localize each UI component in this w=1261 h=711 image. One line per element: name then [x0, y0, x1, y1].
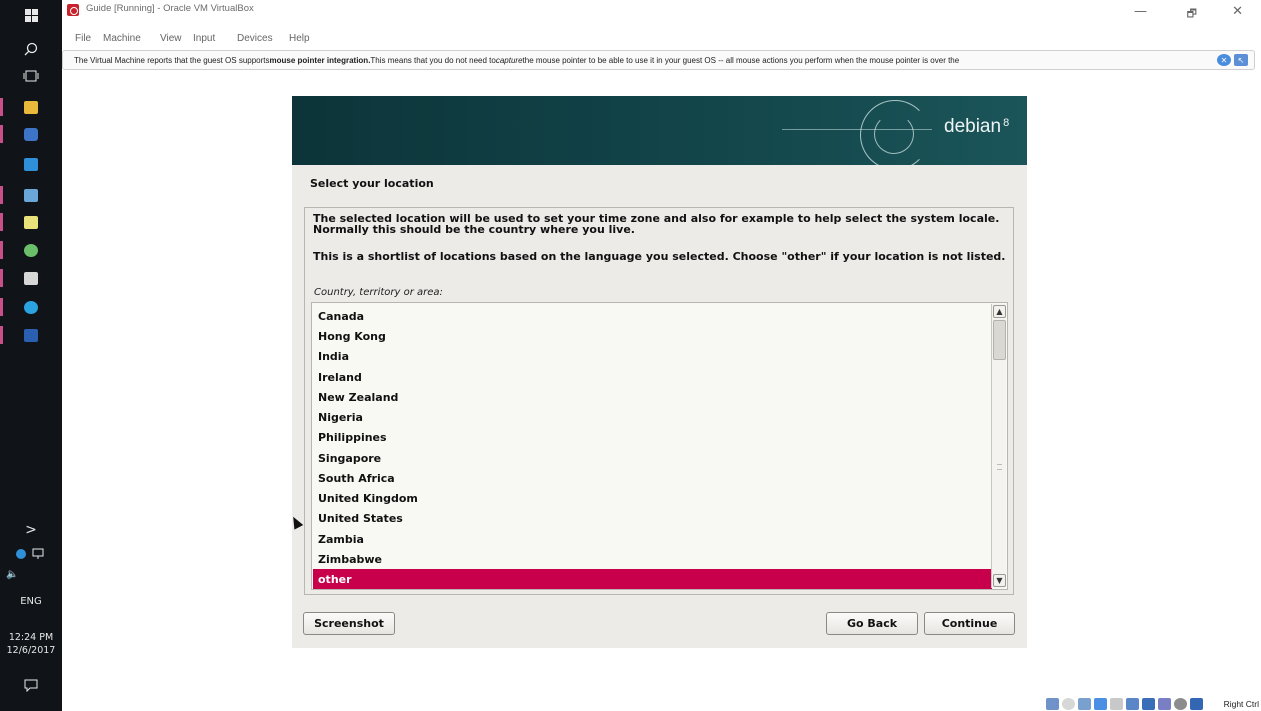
network-folder-icon[interactable]	[0, 182, 62, 208]
location-listbox[interactable]: Canada Hong Kong India Ireland New Zeala…	[311, 302, 1008, 590]
title-bar: Guide [Running] - Oracle VM VirtualBox —…	[62, 0, 1261, 20]
continue-button[interactable]: Continue	[924, 612, 1015, 635]
network-icon[interactable]	[1094, 698, 1107, 710]
scroll-thumb[interactable]	[993, 320, 1006, 360]
mouse-integration-icon[interactable]: ↖	[1234, 54, 1248, 66]
description-paragraph-1: The selected location will be used to se…	[313, 212, 1000, 236]
hard-disk-icon[interactable]	[1046, 698, 1059, 710]
audio-icon[interactable]	[1078, 698, 1091, 710]
paint-icon[interactable]	[0, 237, 62, 263]
notepad-icon[interactable]	[0, 209, 62, 235]
window-title: Guide [Running] - Oracle VM VirtualBox	[86, 3, 254, 14]
windows-taskbar: > 🔈 ENG 12:24 PM 12/6/2017	[0, 0, 62, 711]
scroll-up-icon[interactable]: ▲	[993, 305, 1006, 318]
list-scrollbar[interactable]: ▲ ▼	[991, 304, 1006, 588]
notice-italic-text: capture	[495, 55, 523, 65]
go-back-button[interactable]: Go Back	[826, 612, 918, 635]
screenshot-button[interactable]: Screenshot	[303, 612, 395, 635]
network-tray-icon[interactable]	[0, 546, 62, 562]
menu-help[interactable]: Help	[289, 33, 310, 44]
telegram-icon[interactable]	[0, 294, 62, 320]
list-item[interactable]: Hong Kong	[313, 326, 992, 346]
guest-display[interactable]: debian 8 Select your location The selecte…	[62, 72, 1261, 698]
virtualbox-window: Guide [Running] - Oracle VM VirtualBox —…	[62, 0, 1261, 711]
vm-status-bar: Right Ctrl	[62, 698, 1261, 711]
list-item[interactable]: Canada	[313, 306, 992, 326]
menu-machine[interactable]: Machine	[103, 33, 141, 44]
list-item[interactable]: Philippines	[313, 427, 992, 447]
notice-text-1: The Virtual Machine reports that the gue…	[74, 55, 270, 65]
notice-text-2: This means that you do not need to	[370, 55, 496, 65]
list-item[interactable]: Singapore	[313, 448, 992, 468]
tray-expand-chevron-icon[interactable]: >	[0, 522, 62, 538]
step-title: Select your location	[310, 177, 434, 190]
list-item[interactable]: Zimbabwe	[313, 549, 992, 569]
description-paragraph-2: This is a shortlist of locations based o…	[313, 250, 1006, 263]
question-panel: The selected location will be used to se…	[304, 207, 1014, 595]
close-notice-icon[interactable]: ✕	[1217, 54, 1231, 66]
list-item[interactable]: United Kingdom	[313, 488, 992, 508]
language-indicator[interactable]: ENG	[0, 596, 62, 607]
list-item[interactable]: India	[313, 346, 992, 366]
list-item[interactable]: New Zealand	[313, 387, 992, 407]
volume-icon[interactable]: 🔈	[0, 569, 62, 580]
clock-date[interactable]: 12/6/2017	[0, 645, 62, 656]
word-icon[interactable]	[0, 322, 62, 348]
virtualbox-icon[interactable]	[0, 121, 62, 147]
cpu-icon[interactable]	[1174, 698, 1187, 710]
host-key-label: Right Ctrl	[1223, 699, 1259, 709]
search-icon[interactable]	[0, 36, 62, 62]
list-item[interactable]: Zambia	[313, 529, 992, 549]
scroll-grip	[997, 464, 1002, 470]
remote-desktop-icon[interactable]	[0, 151, 62, 177]
scroll-down-icon[interactable]: ▼	[993, 574, 1006, 587]
debian-installer: debian 8 Select your location The selecte…	[292, 96, 1027, 648]
menu-bar: File Machine View Input Devices Help	[62, 20, 1261, 50]
shared-folders-icon[interactable]	[1126, 698, 1139, 710]
action-center-icon[interactable]	[0, 677, 62, 696]
virtualbox-app-icon	[67, 4, 79, 16]
notice-text-3: the mouse pointer to be able to use it i…	[522, 55, 960, 65]
mouse-integration-notice: The Virtual Machine reports that the gue…	[62, 50, 1255, 70]
file-explorer-icon[interactable]	[0, 94, 62, 120]
list-item[interactable]: Nigeria	[313, 407, 992, 427]
mouse-capture-icon[interactable]	[1190, 698, 1203, 710]
minimize-button[interactable]: —	[1134, 4, 1147, 19]
location-prompt: Country, territory or area:	[314, 287, 443, 298]
list-item[interactable]: Ireland	[313, 367, 992, 387]
optical-drive-icon[interactable]	[1062, 698, 1075, 710]
list-item-selected[interactable]: other	[313, 569, 992, 589]
app-window-icon[interactable]	[0, 265, 62, 291]
windows-start-icon[interactable]	[0, 2, 62, 28]
menu-input[interactable]: Input	[193, 33, 215, 44]
menu-file[interactable]: File	[75, 33, 91, 44]
menu-devices[interactable]: Devices	[237, 33, 273, 44]
task-view-icon[interactable]	[0, 63, 62, 89]
clock-time[interactable]: 12:24 PM	[0, 632, 62, 643]
debian-banner: debian 8	[292, 96, 1027, 165]
usb-icon[interactable]	[1110, 698, 1123, 710]
notice-bold-text: mouse pointer integration.	[269, 55, 371, 65]
display-icon[interactable]	[1142, 698, 1155, 710]
video-capture-icon[interactable]	[1158, 698, 1171, 710]
debian-logo-text: debian 8	[944, 116, 1010, 137]
list-item[interactable]: United States	[313, 508, 992, 528]
close-button[interactable]: ✕	[1232, 4, 1243, 19]
list-item[interactable]: South Africa	[313, 468, 992, 488]
menu-view[interactable]: View	[160, 33, 182, 44]
